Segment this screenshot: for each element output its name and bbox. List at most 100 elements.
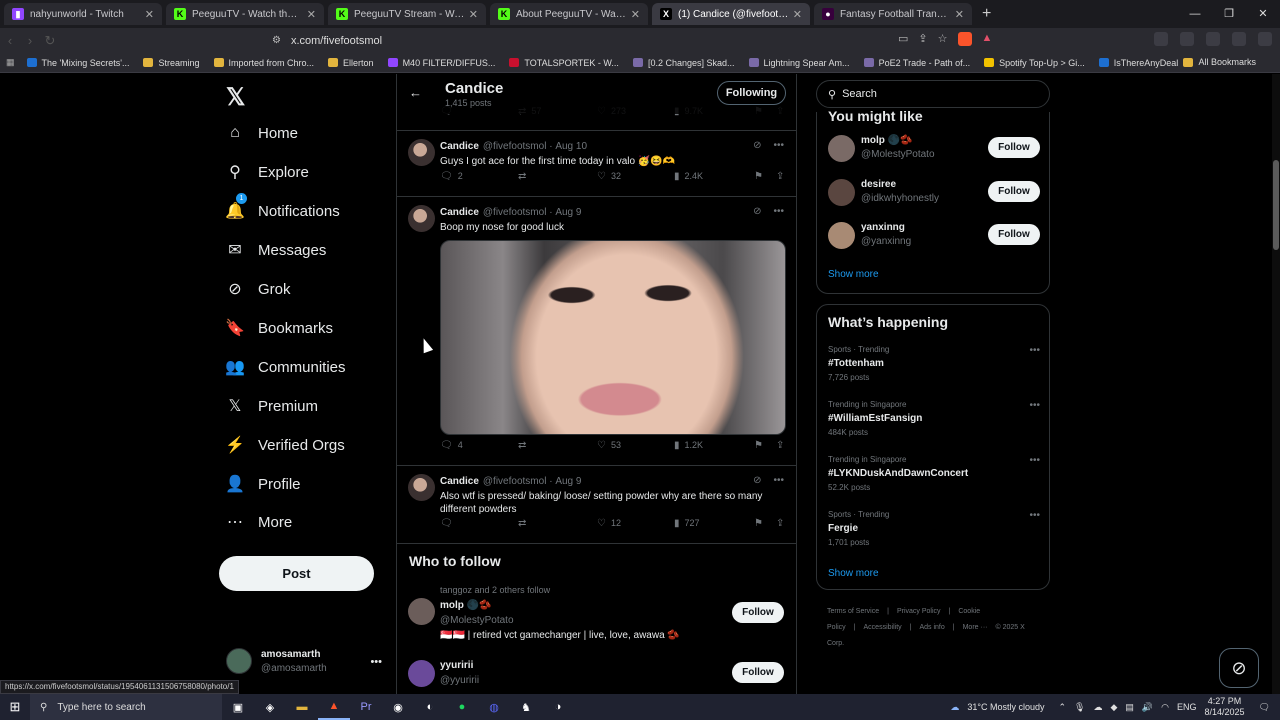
footer-link[interactable]: Privacy Policy (897, 608, 941, 615)
tweet-photo[interactable] (440, 240, 786, 435)
browser-tab[interactable]: K About PeeguuTV - Watch Live on K ✕ (490, 3, 648, 25)
close-tab-icon[interactable]: ✕ (955, 8, 964, 21)
nav-item-bookmarks[interactable]: 🔖 Bookmarks (225, 313, 333, 343)
following-button[interactable]: Following (717, 81, 786, 105)
tweet-date[interactable]: Aug 10 (555, 141, 587, 152)
suggested-user[interactable]: yanxinng @yanxinng Follow (828, 221, 1040, 251)
browser-tab[interactable]: ▮ nahyunworld - Twitch ✕ (4, 3, 162, 25)
footer-link[interactable]: Accessibility (864, 624, 902, 631)
bookmark-item[interactable]: Lightning Spear Am... (748, 58, 850, 68)
close-tab-icon[interactable]: ✕ (469, 8, 478, 21)
tweet-author[interactable]: Candice (440, 476, 479, 487)
mic-icon[interactable]: 🎙 (1074, 702, 1085, 713)
steam-app-icon[interactable]: ◑ (542, 694, 574, 720)
nav-item-notifications[interactable]: 🔔 1 Notifications (225, 193, 340, 226)
nav-item-grok[interactable]: ⊘ Grok (226, 274, 290, 304)
post-button[interactable]: Post (219, 556, 374, 591)
views-action[interactable]: ▮ 727 (674, 518, 700, 529)
site-info-icon[interactable]: ⚙ (272, 35, 281, 46)
game-icon[interactable]: ♞ (510, 694, 542, 720)
follow-button[interactable]: Follow (732, 602, 784, 623)
close-tab-icon[interactable]: ✕ (631, 8, 640, 21)
bookmark-item[interactable]: The 'Mixing Secrets'... (26, 58, 129, 68)
footer-link[interactable]: Terms of Service (827, 608, 879, 615)
reply-action[interactable]: 🗨 (440, 518, 458, 529)
grok-icon[interactable]: ⊘ (753, 475, 761, 486)
avatar[interactable] (408, 205, 435, 232)
brave-shields-icon[interactable] (957, 32, 972, 46)
nav-item-profile[interactable]: 👤 Profile (225, 469, 300, 499)
tweet-date[interactable]: Aug 9 (555, 476, 581, 487)
tray-app-icon[interactable]: ▤ (1125, 702, 1134, 713)
obs-icon[interactable]: ◉ (382, 694, 414, 720)
close-tab-icon[interactable]: ✕ (793, 8, 802, 21)
views-action[interactable]: ▮ 1.2K (674, 440, 703, 451)
follow-button[interactable]: Follow (988, 224, 1040, 245)
clock[interactable]: 4:27 PM 8/14/2025 (1205, 696, 1245, 718)
avatar[interactable] (408, 139, 435, 166)
taskbar-search[interactable]: ⚲ Type here to search (30, 694, 222, 720)
discord-icon[interactable]: ◍ (478, 694, 510, 720)
follow-button[interactable]: Follow (732, 662, 784, 683)
page-scrollbar[interactable] (1272, 74, 1280, 694)
close-tab-icon[interactable]: ✕ (145, 8, 154, 21)
retweet-action[interactable]: ⇄ (518, 518, 531, 529)
restore-icon[interactable]: ❐ (1212, 0, 1246, 28)
suggested-user[interactable]: molp 🌑🫘 @MolestyPotato Follow (828, 134, 1040, 164)
notifications-icon[interactable]: 🗨 (1259, 702, 1270, 713)
file-explorer-icon[interactable]: ▬ (286, 694, 318, 720)
extension-icon[interactable] (1232, 32, 1246, 46)
footer-link[interactable]: More ··· (963, 624, 988, 631)
reply-action[interactable]: 🗨 4 (440, 440, 463, 451)
avatar[interactable] (408, 474, 435, 501)
more-dots-icon[interactable]: ••• (773, 140, 784, 151)
back-arrow-icon[interactable]: ← (409, 85, 422, 100)
url-bar[interactable]: ⚙ x.com/fivefootsmol (272, 31, 992, 50)
browser-tab[interactable]: ● Fantasy Football Transfers | Fantasy ✕ (814, 3, 972, 25)
browser-tab[interactable]: K PeeguuTV Stream - Watch Live on K ✕ (328, 3, 486, 25)
bookmark-item[interactable]: Streaming (143, 58, 200, 68)
account-switcher[interactable]: amosamarth @amosamarth ••• (226, 648, 386, 674)
browser-tab[interactable]: K PeeguuTV - Watch the VOD on K ✕ (166, 3, 324, 25)
follow-button[interactable]: Follow (988, 137, 1040, 158)
more-dots-icon[interactable]: ••• (773, 206, 784, 217)
footer-link[interactable]: Ads info (919, 624, 944, 631)
bookmark-icon[interactable]: ⚑ (754, 518, 763, 529)
show-more-link[interactable]: Show more (828, 568, 879, 579)
nav-item-more[interactable]: ⋯ More (226, 507, 292, 537)
avatar[interactable] (828, 222, 855, 249)
share-icon[interactable]: ⇪ (776, 440, 784, 451)
cast-icon[interactable]: ▭ (898, 32, 908, 46)
suggested-user[interactable]: desiree @idkwhyhonestly Follow (828, 178, 1040, 208)
premiere-icon[interactable]: Pr (350, 694, 382, 720)
bookmark-item[interactable]: IsThereAnyDeal (1098, 58, 1178, 68)
x-logo-icon[interactable]: 𝕏 (226, 83, 245, 112)
tray-app-icon[interactable]: ◆ (1110, 702, 1117, 713)
grok-fab-icon[interactable]: ⊘ (1219, 648, 1259, 688)
share-icon[interactable]: ⇪ (918, 32, 927, 46)
steam-icon[interactable]: ◐ (414, 694, 446, 720)
trend-item[interactable]: Sports · Trending Fergie 1,701 posts ••• (828, 510, 1040, 547)
tray-app-icon[interactable]: ☁ (1093, 702, 1102, 713)
tweet[interactable]: Candice @fivefootsmol · Aug 9 ⊘ ••• Also … (397, 466, 796, 544)
bookmark-item[interactable]: Spotify Top-Up > Gi... (984, 58, 1085, 68)
more-dots-icon[interactable]: ••• (1029, 400, 1040, 411)
trend-item[interactable]: Trending in Singapore #LYKNDuskAndDawnCon… (828, 455, 1040, 492)
trend-item[interactable]: Sports · Trending #Tottenham 7,726 posts ••… (828, 345, 1040, 382)
profile-icon[interactable] (1258, 32, 1272, 46)
forward-arrow-icon[interactable]: › (20, 33, 40, 48)
copilot-icon[interactable]: ◈ (254, 694, 286, 720)
weather-widget[interactable]: ☁ 31°C Mostly cloudy (950, 702, 1044, 713)
spotify-icon[interactable]: ● (446, 694, 478, 720)
views-action[interactable]: ▮ 2.4K (674, 171, 703, 182)
retweet-action[interactable]: ⇄ (518, 171, 531, 182)
bookmark-item[interactable]: M40 FILTER/DIFFUS... (387, 58, 495, 68)
more-dots-icon[interactable]: ••• (370, 656, 382, 668)
minimize-icon[interactable]: — (1178, 0, 1212, 28)
scrollbar-thumb[interactable] (1273, 160, 1279, 250)
trend-item[interactable]: Trending in Singapore #WilliamEstFansign 4… (828, 400, 1040, 437)
nav-item-messages[interactable]: ✉ Messages (226, 235, 326, 265)
task-view-icon[interactable]: ▣ (222, 694, 254, 720)
close-window-icon[interactable]: ✕ (1246, 0, 1280, 28)
share-icon[interactable]: ⇪ (776, 518, 784, 529)
